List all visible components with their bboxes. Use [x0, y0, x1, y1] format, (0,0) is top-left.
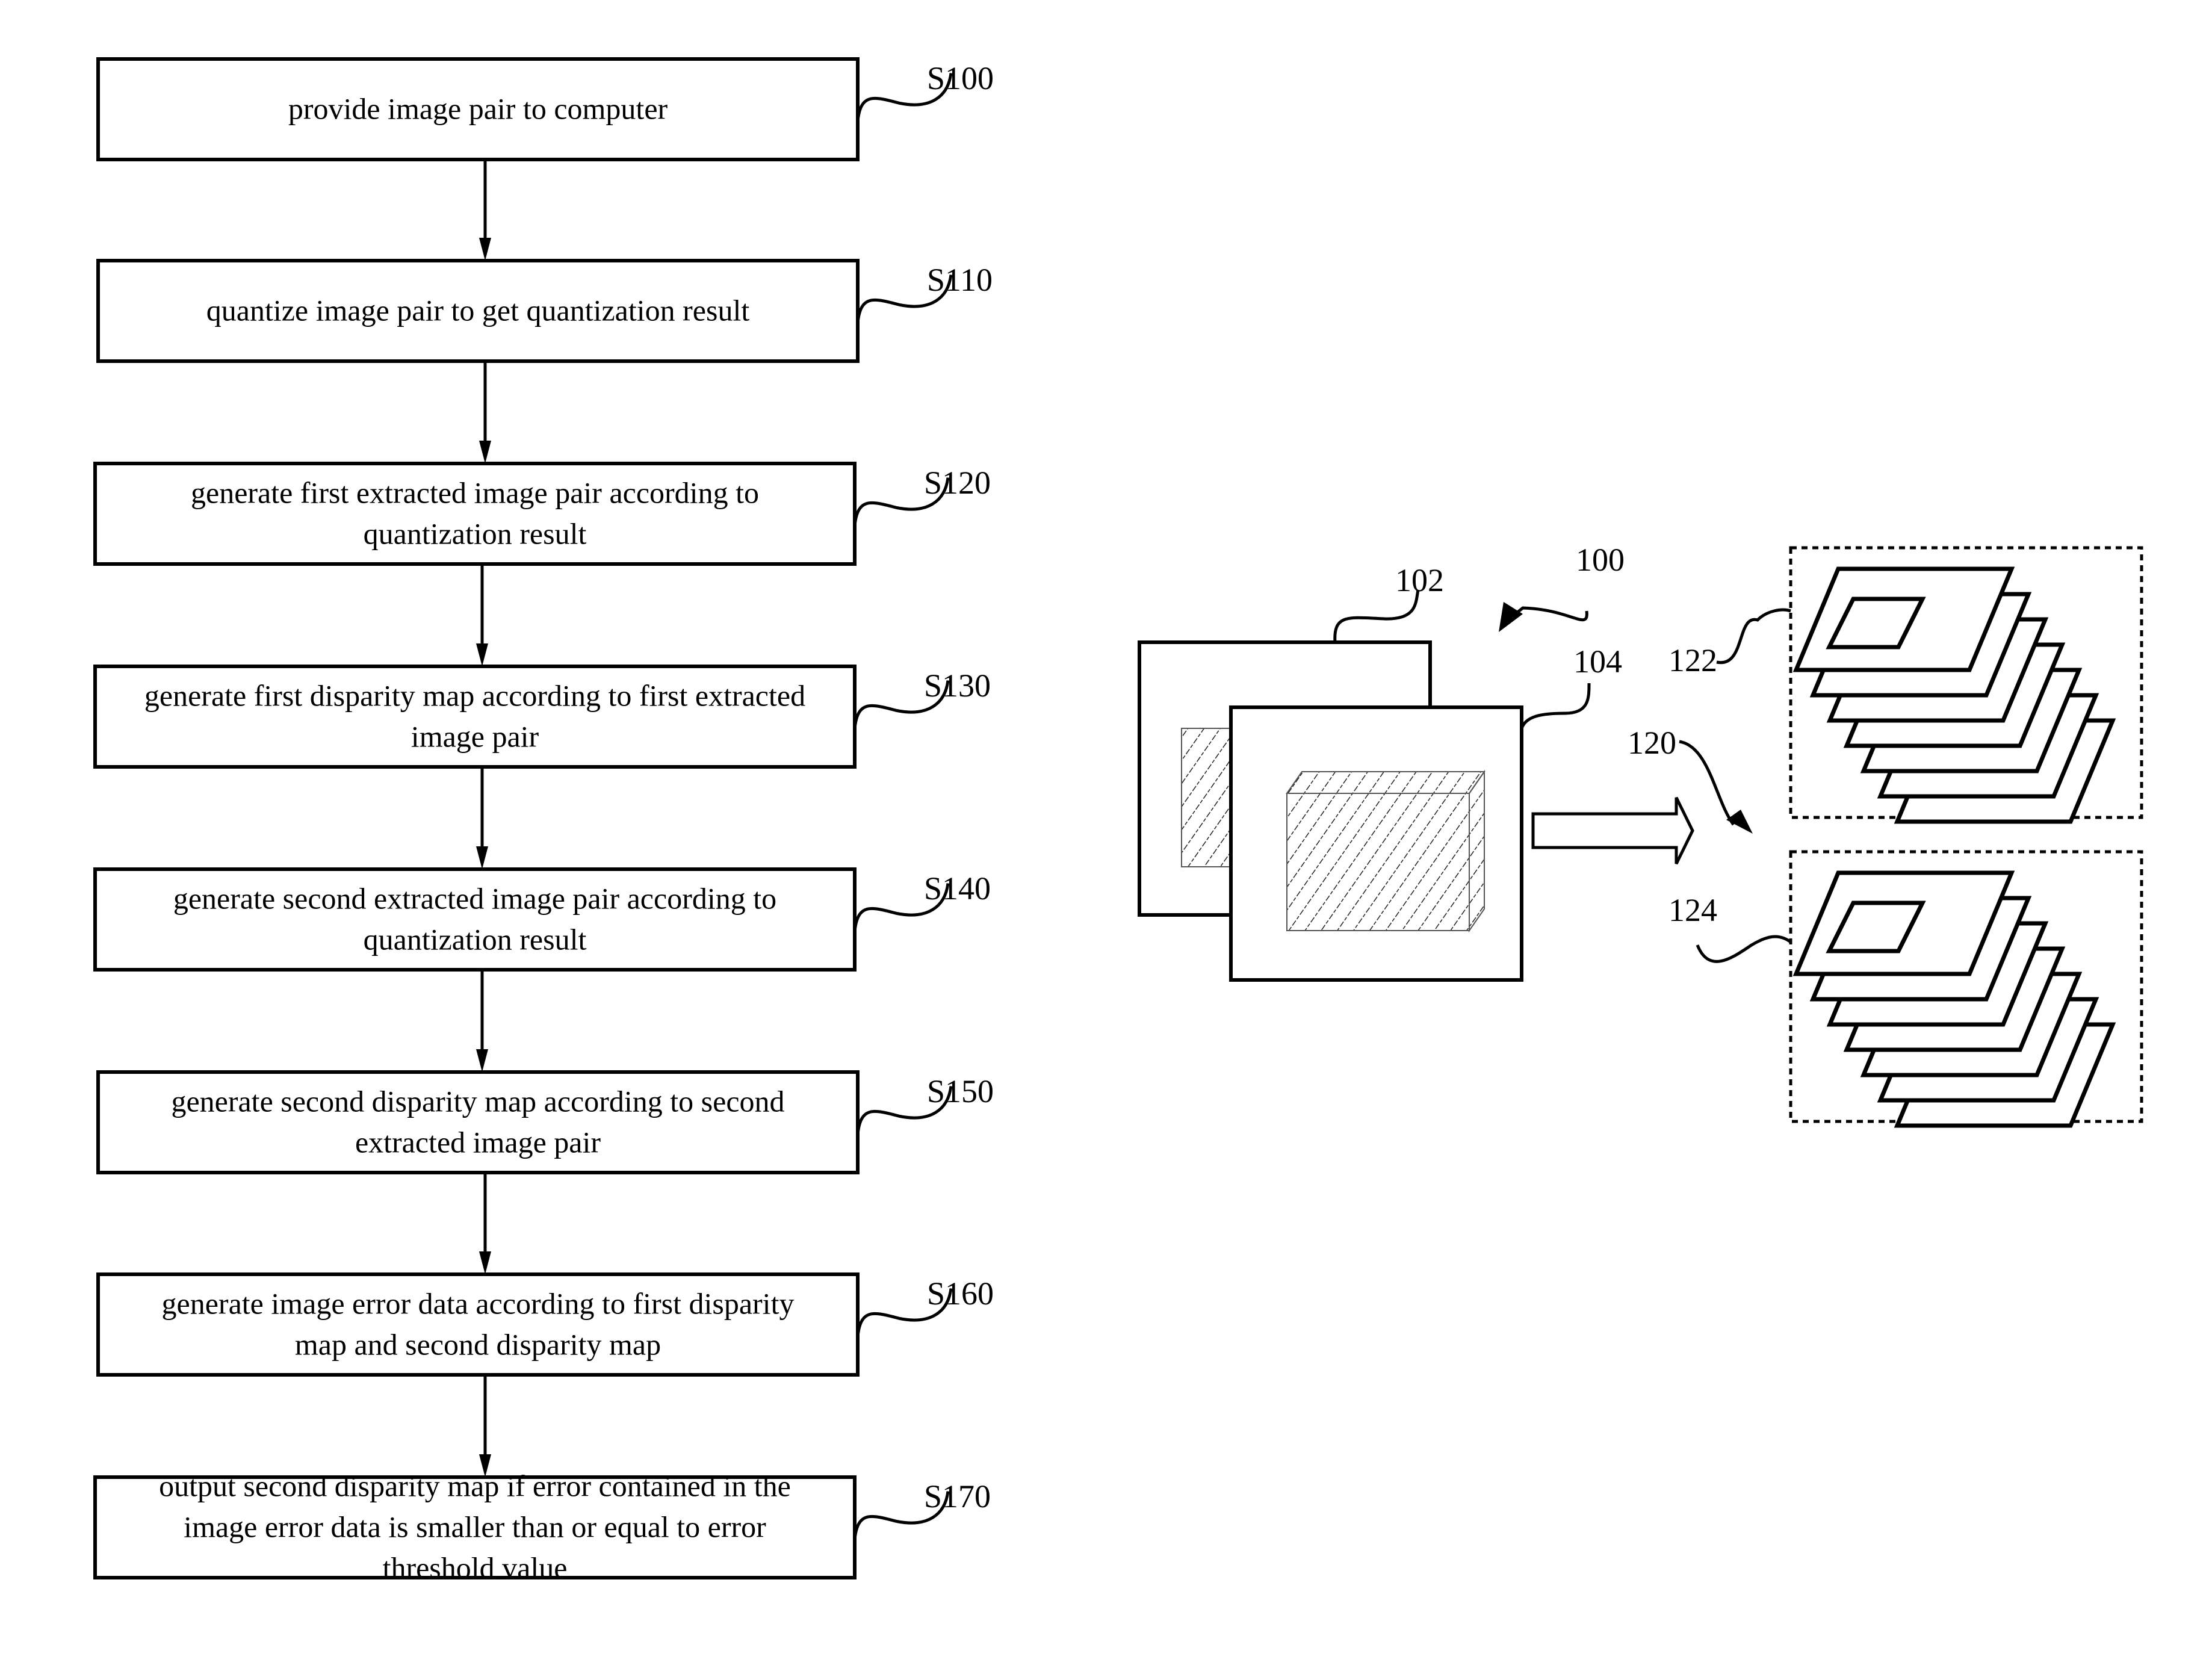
step-text: generate first disparity map according t… — [144, 679, 805, 713]
flow-arrowhead — [476, 643, 488, 666]
leader-120 — [1679, 740, 1735, 826]
second-image-object — [1286, 769, 1486, 933]
step-text: threshold value — [383, 1551, 568, 1585]
label-124: 124 — [1668, 892, 1717, 928]
label-102: 102 — [1395, 562, 1444, 598]
flow-arrowhead — [479, 441, 491, 463]
flow-step-s160: generate image error data according to f… — [96, 1272, 994, 1477]
step-text: quantize image pair to get quantization … — [206, 294, 750, 327]
step-id-label: S140 — [924, 870, 991, 907]
step-id-label: S120 — [924, 465, 991, 501]
label-104: 104 — [1573, 643, 1622, 680]
flow-step-s170: output second disparity map if error con… — [93, 1469, 991, 1585]
flow-arrowhead — [479, 1251, 491, 1274]
step-id-label: S100 — [927, 60, 994, 96]
step-id-label: S110 — [927, 262, 993, 298]
step-id-label: S150 — [927, 1073, 994, 1109]
label-122: 122 — [1668, 642, 1717, 678]
step-text: map and second disparity map — [295, 1328, 661, 1362]
first-disparity-stack-122 — [1792, 566, 2116, 824]
flow-arrowhead — [476, 1049, 488, 1072]
step-text: quantization result — [364, 923, 587, 956]
arrowhead-120 — [1726, 810, 1753, 834]
step-text: generate first extracted image pair acco… — [191, 476, 759, 510]
flow-step-s150: generate second disparity map according … — [96, 1070, 994, 1274]
leader-100 — [1516, 606, 1588, 622]
arrowhead-100 — [1499, 602, 1523, 632]
step-id-label: S170 — [924, 1478, 991, 1514]
leader-104 — [1520, 683, 1591, 730]
leader-122 — [1716, 608, 1791, 665]
flow-step-s140: generate second extracted image pair acc… — [93, 867, 991, 1072]
image-pair-illustration: 102 104 100 120 122 124 — [1138, 542, 2143, 1128]
leader-124 — [1696, 935, 1792, 963]
flow-arrowhead — [476, 846, 488, 869]
step-text: generate image error data according to f… — [162, 1287, 795, 1321]
flowchart: provide image pair to computer S100 quanti… — [93, 57, 994, 1585]
step-text: extracted image pair — [355, 1126, 601, 1159]
step-text: image error data is smaller than or equa… — [184, 1510, 766, 1544]
second-disparity-stack-124 — [1792, 870, 2116, 1128]
label-120: 120 — [1628, 725, 1676, 761]
step-text: output second disparity map if error con… — [159, 1469, 791, 1503]
step-id-label: S130 — [924, 668, 991, 704]
step-text: generate second extracted image pair acc… — [173, 882, 776, 916]
flow-step-s130: generate first disparity map according t… — [93, 665, 991, 869]
step-id-label: S160 — [927, 1275, 994, 1312]
step-text: provide image pair to computer — [288, 92, 668, 126]
step-text: generate second disparity map according … — [171, 1085, 784, 1118]
flow-step-s100: provide image pair to computer S100 — [96, 57, 994, 261]
flow-arrowhead — [479, 238, 491, 261]
label-100: 100 — [1576, 542, 1625, 578]
step-text: image pair — [411, 720, 539, 754]
step-text: quantization result — [364, 517, 587, 551]
flow-step-s110: quantize image pair to get quantization … — [96, 259, 993, 463]
flow-step-s120: generate first extracted image pair acco… — [93, 462, 991, 666]
process-arrow — [1531, 796, 1694, 865]
patent-figure: provide image pair to computer S100 quanti… — [93, 57, 2143, 1585]
